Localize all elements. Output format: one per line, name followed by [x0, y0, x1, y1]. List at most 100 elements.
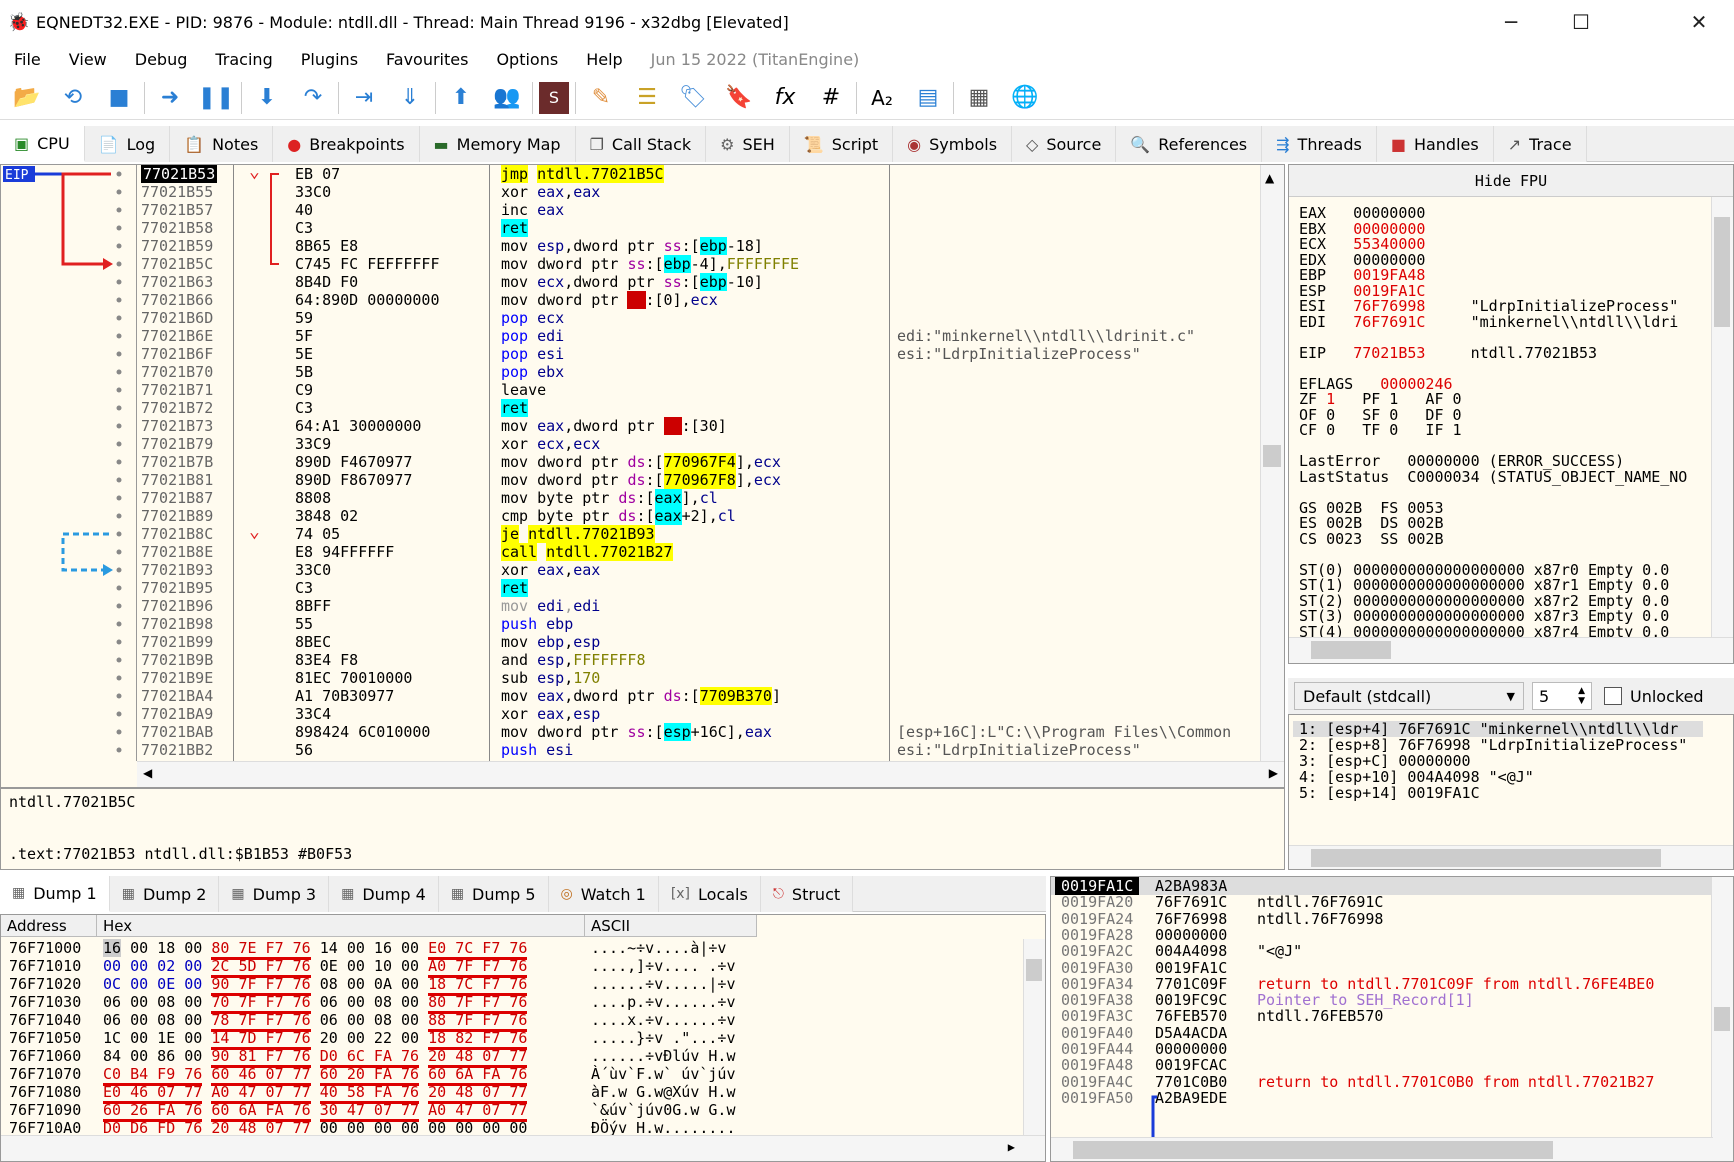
hex-dump-panel[interactable]: Address Hex ASCII 76F71000 16 00 18 00 80… [0, 914, 1046, 1162]
stack-row[interactable]: 0019FA2C 004A4098 "<@J" [1051, 942, 1711, 960]
dump-row[interactable]: 76F71050 1C 00 1E 00 14 7D F7 76 20 00 22… [1, 1029, 1001, 1050]
register-line[interactable]: ZF 1 PF 1 AF 0 [1299, 391, 1462, 407]
stack-row[interactable]: 0019FA1C A2BA983A [1051, 877, 1711, 895]
disasm-row[interactable]: 77021BA9 33C4 xor eax,esp [137, 705, 1260, 723]
dump-address-header[interactable]: Address [1, 915, 97, 937]
disasm-row[interactable]: 77021B53 EB 07 jmp ntdll.77021B5C [137, 165, 1260, 183]
tab-memory-map[interactable]: ▬ Memory Map [419, 126, 576, 162]
breakpoint-dot[interactable] [116, 369, 122, 375]
stack-row[interactable]: 0019FA28 00000000 [1051, 926, 1711, 944]
breakpoint-dot[interactable] [116, 549, 122, 555]
register-line[interactable]: CS 0023 SS 002B [1299, 531, 1444, 547]
breakpoint-dot[interactable] [116, 261, 122, 267]
menu-help[interactable]: Help [572, 50, 636, 69]
register-line[interactable]: LastError 00000000 (ERROR_SUCCESS) [1299, 453, 1624, 469]
breakpoint-dot[interactable] [116, 459, 122, 465]
scroll-thumb[interactable] [1263, 445, 1281, 467]
menu-favourites[interactable]: Favourites [372, 50, 482, 69]
breakpoint-dot[interactable] [116, 603, 122, 609]
disasm-row[interactable]: 77021B8C 74 05 je ntdll.77021B93 [137, 525, 1260, 543]
disasm-hscroll[interactable]: ◀ ▶ [137, 761, 1284, 787]
scroll-thumb[interactable] [1026, 959, 1042, 981]
breakpoint-dot[interactable] [116, 531, 122, 537]
tab-log[interactable]: 📄 Log [84, 126, 171, 162]
breakpoint-dot[interactable] [116, 423, 122, 429]
spinner-arrows-icon[interactable]: ▲ ▼ [1578, 686, 1585, 706]
breakpoint-dot[interactable] [116, 621, 122, 627]
breakpoint-dot[interactable] [116, 297, 122, 303]
breakpoint-dot[interactable] [116, 405, 122, 411]
disasm-row[interactable]: 77021B6F 5E pop esi esi:"LdrpInitializeProc… [137, 345, 1260, 363]
disasm-row[interactable]: 77021B58 C3 ret [137, 219, 1260, 237]
run-icon[interactable]: ➜ [151, 79, 189, 117]
breakpoint-dot[interactable] [116, 279, 122, 285]
tab-call-stack[interactable]: ❐ Call Stack [575, 126, 707, 162]
breakpoint-dot[interactable] [116, 225, 122, 231]
breakpoint-dot[interactable] [116, 585, 122, 591]
register-line[interactable]: LastStatus C0000034 (STATUS_OBJECT_NAME_… [1299, 469, 1687, 485]
stack-row[interactable]: 0019FA30 0019FA1C [1051, 959, 1711, 977]
breakpoint-dot[interactable] [116, 675, 122, 681]
disasm-row[interactable]: 77021B81 890D F8670977 mov dword ptr ds:[7… [137, 471, 1260, 489]
disasm-row[interactable]: 77021B9E 81EC 70010000 sub esp,170 [137, 669, 1260, 687]
disasm-row[interactable]: 77021B71 C9 leave [137, 381, 1260, 399]
stack-row[interactable]: 0019FA48 0019FCAC [1051, 1056, 1711, 1074]
menu-debug[interactable]: Debug [121, 50, 202, 69]
breakpoint-dot[interactable] [116, 567, 122, 573]
label-icon[interactable]: 🏷 [674, 79, 712, 117]
dump-row[interactable]: 76F71020 0C 00 0E 00 90 7F F7 76 08 00 0A… [1, 975, 1001, 996]
function-icon[interactable]: fx [766, 79, 804, 117]
tab-notes[interactable]: 📋 Notes [170, 126, 274, 162]
tab-watch-1[interactable]: ◎ Watch 1 [548, 876, 659, 912]
tab-dump-1[interactable]: ▦ Dump 1 [0, 876, 110, 912]
close-icon[interactable]: ■ [100, 79, 138, 117]
menu-tracing[interactable]: Tracing [201, 50, 286, 69]
stack-arg-line[interactable]: 4: [esp+10] 004A4098 "<@J" [1299, 769, 1534, 785]
tab-seh[interactable]: ⚙ SEH [706, 126, 790, 162]
disasm-row[interactable]: 77021B7B 890D F4670977 mov dword ptr ds:[7… [137, 453, 1260, 471]
register-line[interactable]: ES 002B DS 002B [1299, 515, 1444, 531]
disasm-row[interactable]: 77021B79 33C9 xor ecx,ecx [137, 435, 1260, 453]
regs-hscroll[interactable] [1289, 637, 1733, 663]
register-line[interactable]: ST(3) 0000000000000000000 x87r3 Empty 0.… [1299, 608, 1669, 624]
step-into-icon[interactable]: ⬇ [248, 79, 286, 117]
arg-count-spinner[interactable]: 5 ▲ ▼ [1532, 682, 1592, 710]
dump-row[interactable]: 76F71070 C0 B4 F9 76 60 46 07 77 60 20 FA… [1, 1065, 1001, 1086]
stack-row[interactable]: 0019FA20 76F7691C ntdll.76F7691C [1051, 893, 1711, 911]
disasm-row[interactable]: 77021BA4 A1 70B30977 mov eax,dword ptr ds:… [137, 687, 1260, 705]
tab-struct[interactable]: ⎋ Struct [760, 876, 854, 912]
close-button[interactable]: ✕ [1664, 0, 1734, 44]
hash-icon[interactable]: # [812, 79, 850, 117]
breakpoint-dot[interactable] [116, 387, 122, 393]
disasm-row[interactable]: 77021B8E E8 94FFFFFF call ntdll.77021B27 [137, 543, 1260, 561]
disasm-row[interactable]: 77021B95 C3 ret [137, 579, 1260, 597]
open-icon[interactable]: 📂 [8, 79, 46, 117]
trace-into-icon[interactable]: ⇥ [345, 79, 383, 117]
breakpoint-dot[interactable] [116, 693, 122, 699]
disasm-row[interactable]: 77021B63 8B4D F0 mov ecx,dword ptr ss:[ebp… [137, 273, 1260, 291]
disasm-row[interactable]: 77021B5C C745 FC FEFFFFFF mov dword ptr ss… [137, 255, 1260, 273]
stack-row[interactable]: 0019FA44 00000000 [1051, 1040, 1711, 1058]
disassembly-view[interactable]: 77021B53 EB 07 jmp ntdll.77021B5C 77021B55 3… [137, 165, 1260, 761]
pause-icon[interactable]: ❚❚ [197, 79, 235, 117]
breakpoint-dot[interactable] [116, 513, 122, 519]
disasm-row[interactable]: 77021B96 8BFF mov edi,edi [137, 597, 1260, 615]
disasm-row[interactable]: 77021B57 40 inc eax [137, 201, 1260, 219]
tab-dump-4[interactable]: ▦ Dump 4 [329, 876, 439, 912]
dump-hscroll[interactable]: ▶ [1, 1135, 1045, 1161]
maximize-button[interactable]: ☐ [1546, 0, 1616, 44]
hide-fpu-button[interactable]: Hide FPU [1289, 165, 1733, 197]
scroll-left-icon[interactable]: ◀ [143, 766, 152, 780]
breakpoint-dot[interactable] [116, 495, 122, 501]
stack-row[interactable]: 0019FA3C 76FEB570 ntdll.76FEB570 [1051, 1007, 1711, 1025]
execute-till-return-icon[interactable]: ⬆ [442, 79, 480, 117]
disasm-row[interactable]: 77021B89 3848 02 cmp byte ptr ds:[eax+2],c… [137, 507, 1260, 525]
dump-row[interactable]: 76F71040 06 00 08 00 78 7F F7 76 06 00 08… [1, 1011, 1001, 1032]
register-line[interactable]: ECX 55340000 [1299, 236, 1425, 252]
disasm-row[interactable]: 77021B72 C3 ret [137, 399, 1260, 417]
dump-row[interactable]: 76F71080 E0 46 07 77 A0 47 07 77 40 58 FA… [1, 1083, 1001, 1104]
minimize-button[interactable]: ─ [1476, 0, 1546, 44]
scroll-right-icon[interactable]: ▶ [1008, 1140, 1015, 1154]
breakpoint-dot[interactable] [116, 639, 122, 645]
tab-threads[interactable]: ⇶ Threads [1262, 126, 1377, 162]
